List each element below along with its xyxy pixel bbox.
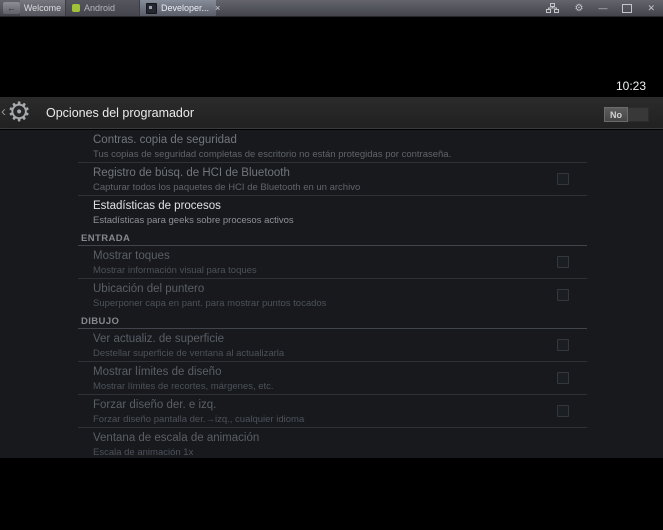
tab-bar: ← Welcome Android Developer... × ⚙ — ✕ <box>0 0 663 17</box>
action-bar: ‹ ⚙ Opciones del programador <box>0 97 663 129</box>
pref-title: Estadísticas de procesos <box>93 200 221 212</box>
android-logo-icon <box>72 4 80 12</box>
pref-subtitle: Mostrar información visual para toques <box>93 265 257 276</box>
pref-title: Contras. copia de seguridad <box>93 134 237 146</box>
pref-title: Ver actualiz. de superficie <box>93 333 225 345</box>
pref-subtitle: Superponer capa en pant. para mostrar pu… <box>93 298 327 309</box>
pref-title: Mostrar límites de diseño <box>93 366 222 378</box>
maximize-button[interactable] <box>622 3 633 13</box>
pref-item[interactable]: Ubicación del puntero Superponer capa en … <box>78 279 587 312</box>
checkbox[interactable] <box>557 372 569 384</box>
checkbox[interactable] <box>557 405 569 417</box>
page-title: Opciones del programador <box>46 106 194 120</box>
tab-welcome[interactable]: Welcome <box>20 0 66 16</box>
pref-item[interactable]: Ventana de escala de animación Escala de … <box>78 428 587 458</box>
status-clock: 10:23 <box>616 79 647 93</box>
pref-item[interactable]: Registro de búsq. de HCI de Bluetooth Cap… <box>78 163 587 196</box>
minimize-button[interactable]: — <box>598 3 607 13</box>
pref-item[interactable]: Estadísticas de procesos Estadísticas par… <box>78 196 587 229</box>
emulator-window: ← Welcome Android Developer... × ⚙ — ✕ 1… <box>0 0 663 530</box>
pref-item[interactable]: Ver actualiz. de superficie Destellar sup… <box>78 329 587 362</box>
tab-welcome-label: Welcome <box>23 3 62 13</box>
pref-item[interactable]: Forzar diseño der. e izq. Forzar diseño p… <box>78 395 587 428</box>
pref-title: Registro de búsq. de HCI de Bluetooth <box>93 167 290 179</box>
checkbox[interactable] <box>557 256 569 268</box>
checkbox[interactable] <box>557 339 569 351</box>
tab-developer[interactable]: Developer... × <box>140 0 220 16</box>
pref-title: Mostrar toques <box>93 250 170 262</box>
pref-title: Ventana de escala de animación <box>93 432 260 444</box>
developer-app-icon <box>146 2 157 14</box>
settings-list: Contras. copia de seguridad Tus copias de… <box>78 130 587 458</box>
switch-track <box>628 107 649 122</box>
pref-subtitle: Capturar todos los paquetes de HCI de Bl… <box>93 182 361 193</box>
pref-title: Forzar diseño der. e izq. <box>93 399 217 411</box>
checkbox[interactable] <box>557 173 569 185</box>
pref-subtitle: Forzar diseño pantalla der.→izq., cualqu… <box>93 414 305 425</box>
developer-options-master-switch[interactable]: No <box>604 107 649 122</box>
pref-item[interactable]: Mostrar toques Mostrar información visual… <box>78 246 587 279</box>
pref-title: Ubicación del puntero <box>93 283 205 295</box>
settings-gear-icon[interactable]: ⚙ <box>574 3 583 14</box>
tab-android-label: Android <box>84 3 116 13</box>
pref-item[interactable]: Mostrar límites de diseño Mostrar límites… <box>78 362 587 395</box>
pref-subtitle: Estadísticas para geeks sobre procesos a… <box>93 215 294 226</box>
tab-developer-label: Developer... <box>161 3 210 13</box>
tab-close-icon[interactable]: × <box>215 3 220 13</box>
back-chevron-icon[interactable]: ‹ <box>1 103 6 121</box>
pref-subtitle: Tus copias de seguridad completas de esc… <box>93 149 452 160</box>
pref-subtitle: Mostrar límites de recortes, márgenes, e… <box>93 381 274 392</box>
pref-item[interactable]: Contras. copia de seguridad Tus copias de… <box>78 130 587 163</box>
close-button[interactable]: ✕ <box>647 3 655 14</box>
section-header: ENTRADA <box>78 229 587 246</box>
switch-thumb[interactable]: No <box>604 107 628 122</box>
sitemap-icon[interactable] <box>546 3 560 13</box>
pref-subtitle: Destellar superficie de ventana al actua… <box>93 348 285 359</box>
tab-android[interactable]: Android <box>66 0 140 16</box>
section-header: DIBUJO <box>78 312 587 329</box>
pref-subtitle: Escala de animación 1x <box>93 447 194 458</box>
back-arrow-button[interactable]: ← <box>3 2 20 14</box>
window-controls: ⚙ — ✕ <box>546 0 655 16</box>
gear-icon: ⚙ <box>7 97 32 127</box>
checkbox[interactable] <box>557 289 569 301</box>
